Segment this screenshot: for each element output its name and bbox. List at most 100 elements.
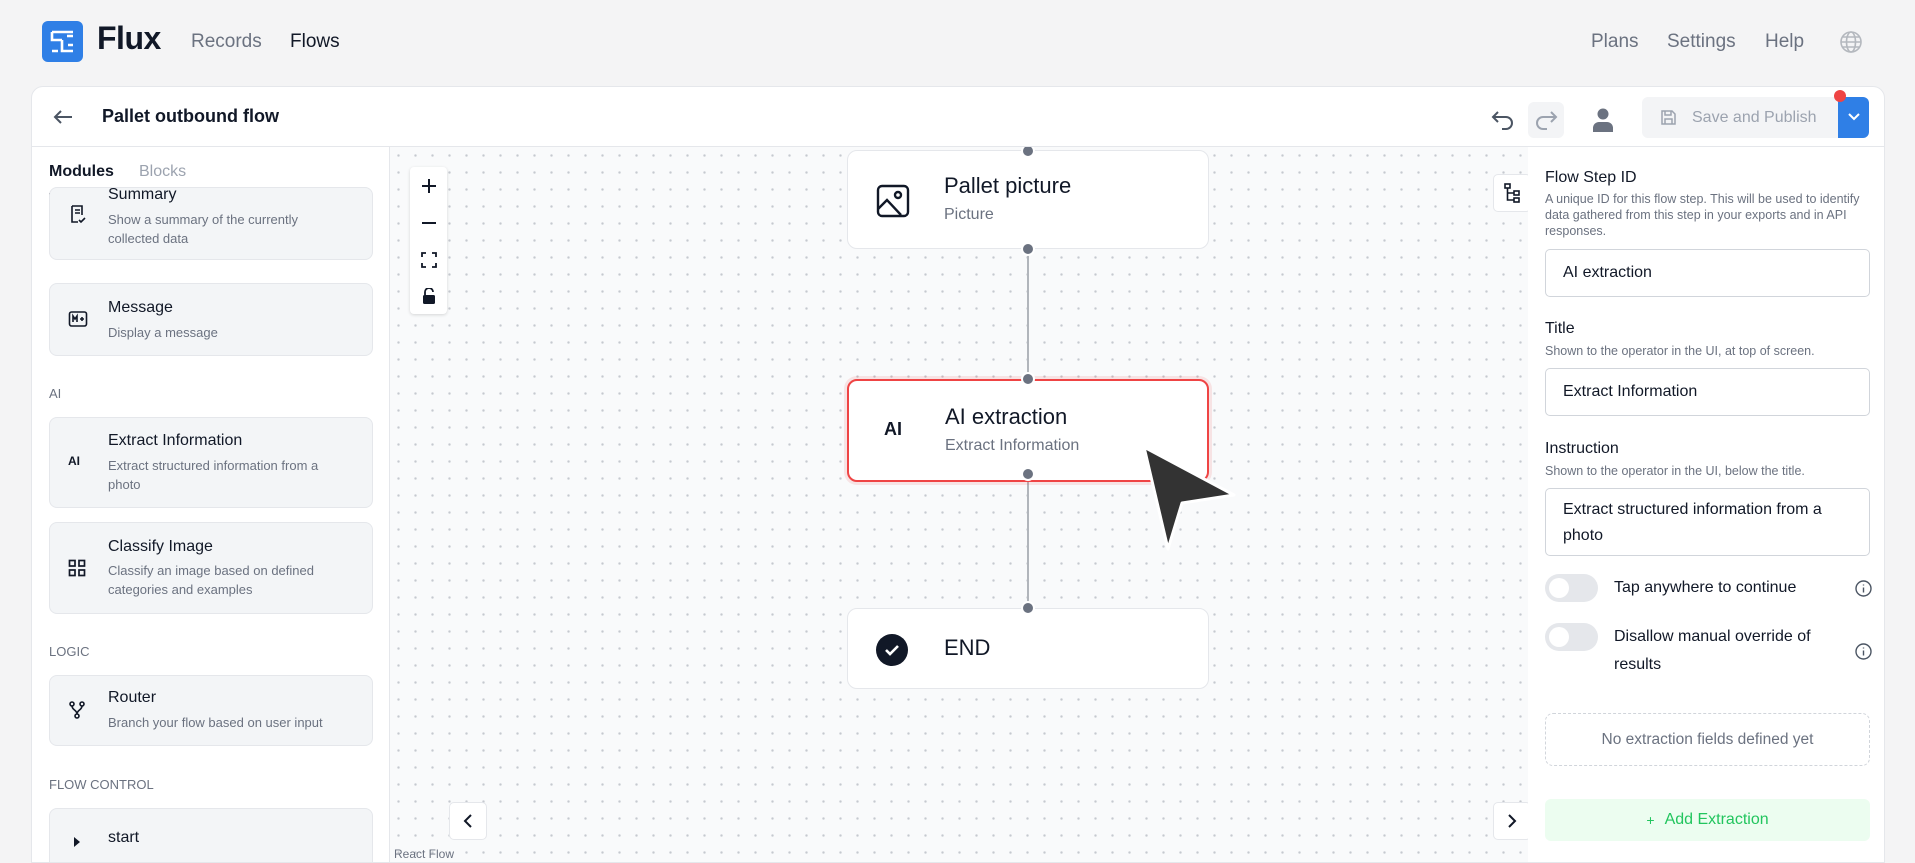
section-flow-control: FLOW CONTROL	[49, 777, 154, 792]
module-description: Extract structured information from a ph…	[108, 458, 319, 492]
disallow-override-toggle[interactable]	[1545, 623, 1598, 651]
module-title: Router	[108, 689, 157, 706]
user-icon[interactable]	[1585, 102, 1621, 138]
section-logic: LOGIC	[49, 644, 90, 659]
step-id-help: A unique ID for this flow step. This wil…	[1545, 192, 1860, 238]
step-id-value: AI extraction	[1563, 264, 1652, 281]
zoom-controls	[410, 167, 447, 314]
step-properties-panel: Flow Step ID A unique ID for this flow s…	[1528, 147, 1884, 862]
tap-anywhere-toggle[interactable]	[1545, 574, 1598, 602]
node-pallet-picture[interactable]: Pallet picture Picture	[847, 150, 1209, 249]
title-value: Extract Information	[1563, 383, 1698, 400]
step-id-label: Flow Step ID	[1545, 169, 1637, 186]
info-icon[interactable]	[1855, 580, 1872, 597]
node-title: END	[944, 635, 991, 660]
zoom-out-icon[interactable]	[410, 204, 447, 241]
empty-extraction-fields: No extraction fields defined yet	[1545, 713, 1870, 766]
save-icon	[1660, 109, 1677, 126]
node-handle-top[interactable]	[1021, 601, 1035, 615]
module-message[interactable]: Message Display a message	[49, 283, 373, 356]
module-title: start	[108, 829, 140, 846]
section-ai: AI	[49, 386, 62, 401]
nav-help[interactable]: Help	[1765, 31, 1804, 53]
module-title: Extract Information	[108, 432, 243, 449]
save-button-label: Save and Publish	[1692, 108, 1817, 126]
title-input[interactable]: Extract Information	[1545, 368, 1870, 416]
nav-plans[interactable]: Plans	[1591, 31, 1639, 53]
ai-icon: AI	[884, 419, 902, 439]
add-extraction-label: Add Extraction	[1664, 811, 1769, 828]
title-help: Shown to the operator in the UI, at top …	[1545, 344, 1815, 358]
tap-anywhere-label: Tap anywhere to continue	[1614, 579, 1797, 596]
module-extract-information[interactable]: AI Extract Information Extract structure…	[49, 417, 373, 508]
step-id-input[interactable]: AI extraction	[1545, 249, 1870, 297]
nav-records[interactable]: Records	[191, 31, 262, 53]
node-handle-top[interactable]	[1021, 372, 1035, 386]
undo-icon[interactable]	[1485, 102, 1521, 138]
summary-icon	[68, 204, 88, 224]
ai-icon: AI	[68, 454, 80, 468]
module-start[interactable]: start	[49, 808, 373, 862]
chevron-down-icon	[1847, 109, 1861, 127]
brand-name[interactable]: Flux	[97, 20, 161, 57]
instruction-textarea[interactable]: Extract structured information from a ph…	[1545, 488, 1870, 556]
editor-header: Pallet outbound flow Save and Publish	[32, 87, 1884, 147]
module-description: Show a summary of the currently collecte…	[108, 212, 299, 246]
check-circle-icon	[875, 633, 909, 667]
message-icon	[68, 310, 88, 330]
flow-editor: Pallet outbound flow Save and Publish Mo…	[31, 86, 1885, 863]
tab-modules[interactable]: Modules	[49, 163, 114, 181]
module-description: Classify an image based on defined categ…	[108, 563, 314, 597]
module-title: Classify Image	[108, 538, 213, 555]
module-title: Message	[108, 299, 173, 316]
module-router[interactable]: Router Branch your flow based on user in…	[49, 675, 373, 746]
tab-blocks[interactable]: Blocks	[139, 163, 186, 181]
module-description: Branch your flow based on user input	[108, 715, 323, 730]
add-extraction-button[interactable]: + Add Extraction	[1545, 799, 1870, 841]
flow-title: Pallet outbound flow	[102, 106, 279, 126]
branch-icon	[68, 700, 88, 720]
mouse-cursor-icon	[1142, 445, 1238, 555]
publish-dropdown-button[interactable]	[1838, 97, 1869, 138]
node-subtitle: Picture	[944, 206, 994, 223]
redo-icon[interactable]	[1528, 102, 1564, 138]
node-handle-bottom[interactable]	[1021, 467, 1035, 481]
module-description: Display a message	[108, 325, 218, 340]
save-and-publish-button[interactable]: Save and Publish	[1642, 97, 1840, 138]
instruction-label: Instruction	[1545, 440, 1619, 457]
react-flow-attribution[interactable]: React Flow	[394, 847, 454, 861]
chevron-left-icon[interactable]	[449, 802, 487, 840]
play-icon	[68, 833, 88, 853]
nav-settings[interactable]: Settings	[1667, 31, 1736, 53]
node-end[interactable]: END	[847, 608, 1209, 689]
auto-layout-icon[interactable]	[1493, 174, 1528, 212]
node-subtitle: Extract Information	[945, 437, 1080, 454]
edge-ai-to-end	[1027, 477, 1029, 602]
globe-icon[interactable]	[1839, 30, 1863, 54]
nav-flows[interactable]: Flows	[290, 31, 340, 53]
node-handle-bottom[interactable]	[1021, 242, 1035, 256]
module-classify-image[interactable]: Classify Image Classify an image based o…	[49, 522, 373, 614]
back-arrow-icon[interactable]	[50, 105, 76, 129]
node-title: Pallet picture	[944, 173, 1072, 198]
modules-sidebar: Modules Blocks Summary Show a summary of…	[32, 147, 390, 862]
grid-icon	[68, 559, 88, 579]
plus-icon: +	[1646, 812, 1655, 828]
top-navigation: Flux Records Flows Plans Settings Help	[0, 0, 1915, 86]
instruction-value: Extract structured information from a ph…	[1563, 501, 1822, 544]
node-title: AI extraction	[945, 404, 1068, 429]
flow-canvas[interactable]: Pallet picture Picture AI AI extraction …	[390, 147, 1528, 862]
instruction-help: Shown to the operator in the UI, below t…	[1545, 464, 1805, 478]
notification-dot	[1834, 90, 1846, 102]
disallow-override-label: Disallow manual override of results	[1614, 628, 1811, 673]
chevron-right-icon[interactable]	[1493, 802, 1528, 840]
zoom-in-icon[interactable]	[410, 167, 447, 204]
module-summary[interactable]: Summary Show a summary of the currently …	[49, 186, 373, 260]
title-label: Title	[1545, 320, 1575, 337]
lock-icon[interactable]	[410, 277, 447, 314]
module-title: Summary	[108, 186, 177, 203]
info-icon[interactable]	[1855, 643, 1872, 660]
fit-view-icon[interactable]	[410, 241, 447, 278]
image-icon	[875, 183, 911, 219]
flux-logo-icon[interactable]	[42, 21, 83, 62]
